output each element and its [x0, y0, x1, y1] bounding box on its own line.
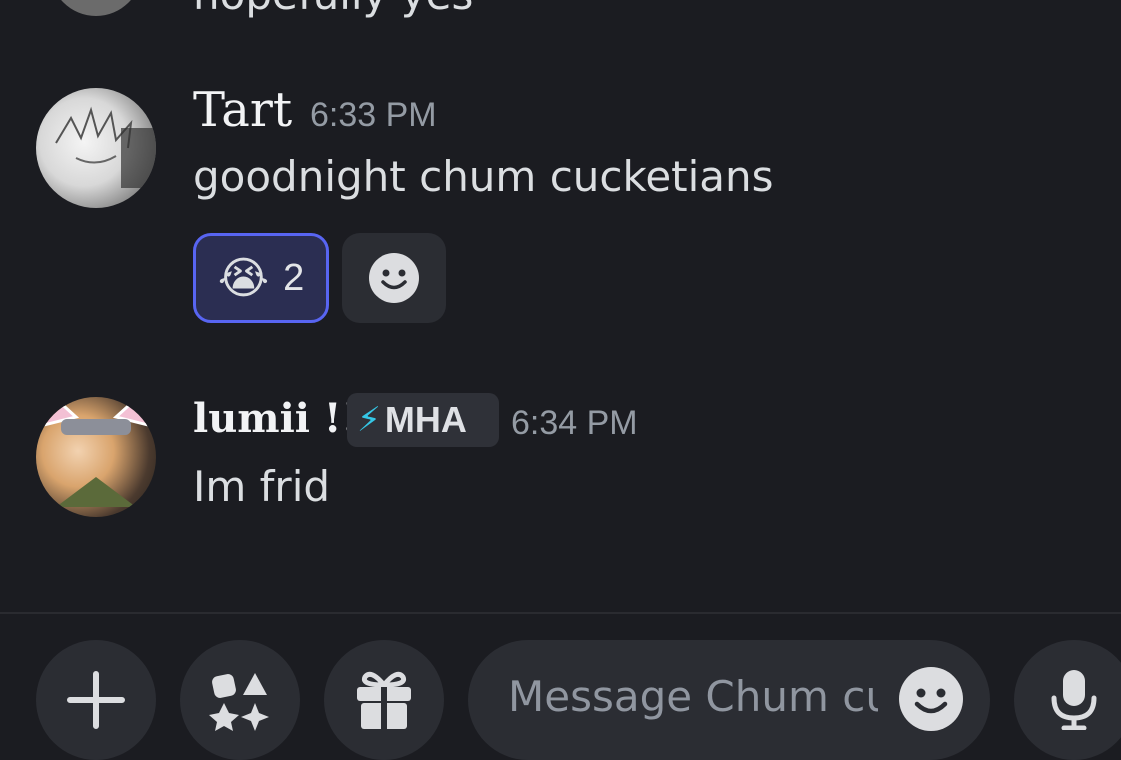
username-lumii[interactable]: lumii !! — [193, 395, 359, 442]
message-text-2: Im frid — [193, 462, 331, 511]
lightning-icon: ⚡ — [357, 400, 381, 440]
username-tart[interactable]: Tart — [193, 82, 292, 138]
apps-button[interactable] — [180, 640, 300, 760]
timestamp-1: 6:33 PM — [310, 96, 437, 134]
previous-message-text: hopefully yes — [193, 0, 473, 19]
emoji-icon — [899, 667, 963, 731]
apps-icon — [209, 673, 269, 731]
loudly-crying-emoji-icon: 😭 — [217, 252, 270, 304]
gift-button[interactable] — [324, 640, 444, 760]
composer-divider — [0, 612, 1121, 614]
avatar-tart[interactable] — [36, 88, 156, 208]
reaction-crying[interactable]: 😭 2 — [193, 233, 329, 323]
server-tag[interactable]: ⚡ MHA — [347, 393, 499, 447]
avatar-sketch-icon — [55, 106, 156, 188]
voice-message-button[interactable] — [1014, 640, 1121, 760]
timestamp-2: 6:34 PM — [511, 404, 638, 442]
emoji-picker-button[interactable] — [898, 666, 964, 732]
microphone-icon — [1051, 670, 1097, 730]
cat-ears-avatar-icon — [36, 397, 156, 507]
reaction-count: 2 — [283, 256, 305, 299]
avatar-lumii[interactable] — [36, 397, 156, 517]
smiley-icon — [369, 253, 419, 303]
add-reaction-button[interactable] — [342, 233, 446, 323]
server-tag-label: MHA — [384, 399, 467, 440]
message-text-1: goodnight chum cucketians — [193, 152, 774, 201]
gift-icon — [357, 671, 411, 729]
message-input-placeholder: Message Chum cucketians — [508, 672, 878, 721]
plus-icon — [67, 671, 125, 729]
message-input[interactable]: Message Chum cucketians — [468, 640, 990, 760]
attach-button[interactable] — [36, 640, 156, 760]
previous-avatar[interactable] — [50, 0, 142, 16]
